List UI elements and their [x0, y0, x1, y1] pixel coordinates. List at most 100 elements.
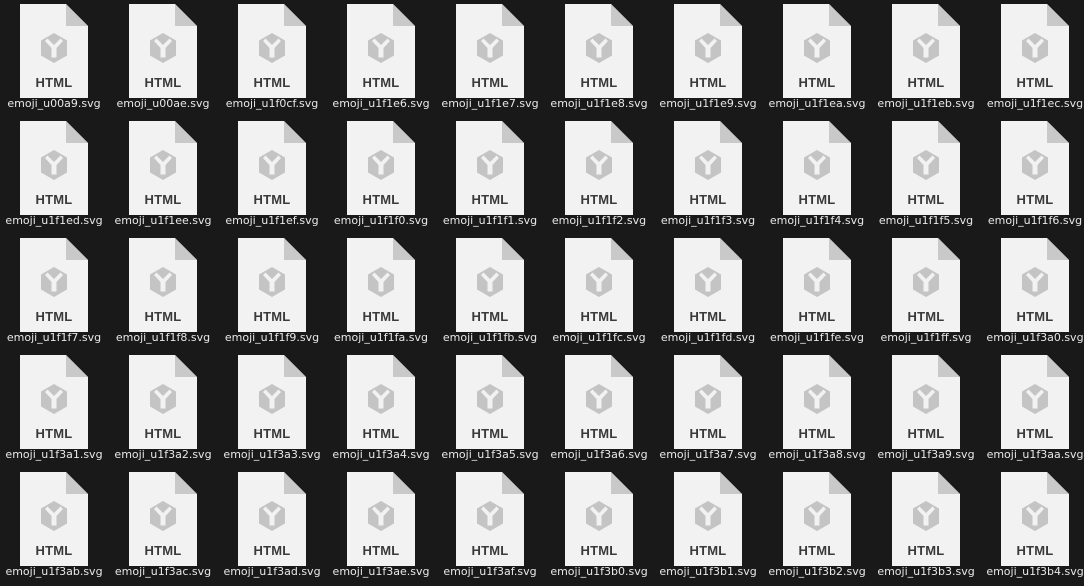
html-file-icon: HTML	[456, 472, 524, 566]
file-type-badge: HTML	[907, 309, 945, 324]
file-name: emoji_u1f3a6.svg	[550, 448, 648, 461]
file-type-badge: HTML	[144, 75, 182, 90]
html-file-icon: HTML	[347, 472, 415, 566]
html-file-icon: HTML	[783, 238, 851, 332]
file-item[interactable]: HTML emoji_u1f1fe.svg	[763, 234, 871, 351]
file-item[interactable]: HTML emoji_u00ae.svg	[109, 0, 217, 117]
file-item[interactable]: HTML emoji_u1f3ab.svg	[0, 468, 108, 585]
file-item[interactable]: HTML emoji_u1f3b4.svg	[981, 468, 1084, 585]
file-item[interactable]: HTML emoji_u1f1ef.svg	[218, 117, 326, 234]
file-name: emoji_u00ae.svg	[116, 97, 210, 110]
file-item[interactable]: HTML emoji_u1f1e6.svg	[327, 0, 435, 117]
file-type-badge: HTML	[471, 426, 509, 441]
file-type-badge: HTML	[253, 426, 291, 441]
file-item[interactable]: HTML emoji_u1f1eb.svg	[872, 0, 980, 117]
file-type-badge: HTML	[35, 309, 73, 324]
file-name: emoji_u1f3ab.svg	[5, 565, 103, 578]
file-item[interactable]: HTML emoji_u1f3a5.svg	[436, 351, 544, 468]
file-item[interactable]: HTML emoji_u1f3b3.svg	[872, 468, 980, 585]
file-item[interactable]: HTML emoji_u1f3a7.svg	[654, 351, 762, 468]
file-item[interactable]: HTML emoji_u1f3a4.svg	[327, 351, 435, 468]
file-item[interactable]: HTML emoji_u1f1ee.svg	[109, 117, 217, 234]
file-item[interactable]: HTML emoji_u1f1f8.svg	[109, 234, 217, 351]
file-type-badge: HTML	[362, 426, 400, 441]
html-file-icon: HTML	[238, 121, 306, 215]
file-item[interactable]: HTML emoji_u1f3ae.svg	[327, 468, 435, 585]
file-item[interactable]: HTML emoji_u1f3b1.svg	[654, 468, 762, 585]
file-name: emoji_u1f1fd.svg	[660, 331, 756, 344]
file-name: emoji_u1f3b3.svg	[877, 565, 975, 578]
file-name: emoji_u1f1f2.svg	[551, 214, 647, 227]
html-file-icon: HTML	[674, 121, 742, 215]
file-item[interactable]: HTML emoji_u1f3a2.svg	[109, 351, 217, 468]
file-name: emoji_u1f1e8.svg	[550, 97, 648, 110]
file-item[interactable]: HTML emoji_u1f1f5.svg	[872, 117, 980, 234]
html-file-icon: HTML	[20, 472, 88, 566]
file-type-badge: HTML	[1016, 309, 1054, 324]
html-file-icon: HTML	[565, 121, 633, 215]
html-file-icon: HTML	[783, 121, 851, 215]
file-item[interactable]: HTML emoji_u1f3b0.svg	[545, 468, 653, 585]
file-item[interactable]: HTML emoji_u1f1f6.svg	[981, 117, 1084, 234]
file-item[interactable]: HTML emoji_u1f1fb.svg	[436, 234, 544, 351]
file-name: emoji_u1f3b1.svg	[659, 565, 757, 578]
file-item[interactable]: HTML emoji_u1f3a1.svg	[0, 351, 108, 468]
file-item[interactable]: HTML emoji_u1f1e9.svg	[654, 0, 762, 117]
file-item[interactable]: HTML emoji_u1f1e8.svg	[545, 0, 653, 117]
html-file-icon: HTML	[20, 4, 88, 98]
file-type-badge: HTML	[144, 426, 182, 441]
file-type-badge: HTML	[689, 426, 727, 441]
file-item[interactable]: HTML emoji_u1f1ec.svg	[981, 0, 1084, 117]
file-name: emoji_u1f3aa.svg	[986, 448, 1084, 461]
file-type-badge: HTML	[907, 543, 945, 558]
file-item[interactable]: HTML emoji_u1f1e7.svg	[436, 0, 544, 117]
file-item[interactable]: HTML emoji_u1f0cf.svg	[218, 0, 326, 117]
file-name: emoji_u1f1f6.svg	[987, 214, 1083, 227]
file-type-badge: HTML	[471, 75, 509, 90]
file-item[interactable]: HTML emoji_u1f1f3.svg	[654, 117, 762, 234]
file-name: emoji_u1f1f4.svg	[769, 214, 865, 227]
file-item[interactable]: HTML emoji_u1f3a6.svg	[545, 351, 653, 468]
file-item[interactable]: HTML emoji_u1f1f7.svg	[0, 234, 108, 351]
file-item[interactable]: HTML emoji_u1f1f0.svg	[327, 117, 435, 234]
file-name: emoji_u1f1ed.svg	[5, 214, 103, 227]
file-item[interactable]: HTML emoji_u1f3a9.svg	[872, 351, 980, 468]
file-item[interactable]: HTML emoji_u1f1fd.svg	[654, 234, 762, 351]
html-file-icon: HTML	[783, 4, 851, 98]
file-item[interactable]: HTML emoji_u00a9.svg	[0, 0, 108, 117]
file-type-badge: HTML	[907, 426, 945, 441]
file-type-badge: HTML	[253, 309, 291, 324]
file-item[interactable]: HTML emoji_u1f3a8.svg	[763, 351, 871, 468]
html-file-icon: HTML	[238, 238, 306, 332]
file-type-badge: HTML	[580, 309, 618, 324]
file-name: emoji_u1f1e6.svg	[332, 97, 430, 110]
file-item[interactable]: HTML emoji_u1f3a3.svg	[218, 351, 326, 468]
html-file-icon: HTML	[565, 238, 633, 332]
file-item[interactable]: HTML emoji_u1f3aa.svg	[981, 351, 1084, 468]
file-name: emoji_u1f1eb.svg	[877, 97, 975, 110]
file-item[interactable]: HTML emoji_u1f1ea.svg	[763, 0, 871, 117]
file-item[interactable]: HTML emoji_u1f3ac.svg	[109, 468, 217, 585]
html-file-icon: HTML	[129, 121, 197, 215]
html-file-icon: HTML	[129, 355, 197, 449]
html-file-icon: HTML	[20, 121, 88, 215]
html-file-icon: HTML	[238, 472, 306, 566]
file-type-badge: HTML	[689, 543, 727, 558]
file-item[interactable]: HTML emoji_u1f1f1.svg	[436, 117, 544, 234]
file-item[interactable]: HTML emoji_u1f1f2.svg	[545, 117, 653, 234]
file-item[interactable]: HTML emoji_u1f1f4.svg	[763, 117, 871, 234]
file-item[interactable]: HTML emoji_u1f1f9.svg	[218, 234, 326, 351]
file-item[interactable]: HTML emoji_u1f1ff.svg	[872, 234, 980, 351]
file-item[interactable]: HTML emoji_u1f1ed.svg	[0, 117, 108, 234]
file-item[interactable]: HTML emoji_u1f1fa.svg	[327, 234, 435, 351]
file-item[interactable]: HTML emoji_u1f3a0.svg	[981, 234, 1084, 351]
file-item[interactable]: HTML emoji_u1f3ad.svg	[218, 468, 326, 585]
file-item[interactable]: HTML emoji_u1f1fc.svg	[545, 234, 653, 351]
file-item[interactable]: HTML emoji_u1f3af.svg	[436, 468, 544, 585]
file-name: emoji_u1f1fa.svg	[334, 331, 428, 344]
file-item[interactable]: HTML emoji_u1f3b2.svg	[763, 468, 871, 585]
file-name: emoji_u1f3ac.svg	[114, 565, 212, 578]
file-type-badge: HTML	[1016, 426, 1054, 441]
file-type-badge: HTML	[144, 309, 182, 324]
file-name: emoji_u1f1f5.svg	[878, 214, 974, 227]
